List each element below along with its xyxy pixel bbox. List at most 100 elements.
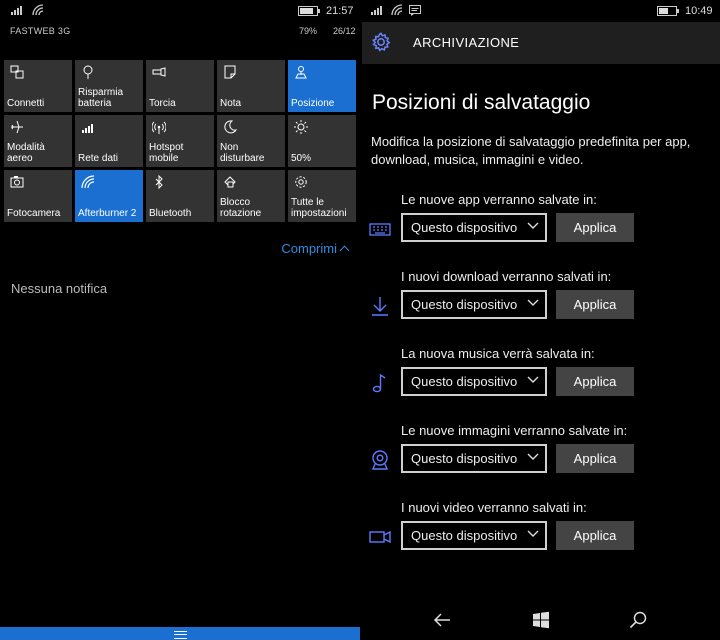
tile-label: Risparmia batteria: [78, 87, 124, 109]
quick-action-tile[interactable]: Modalità aereo: [4, 115, 72, 167]
save-location-label: Le nuove app verranno salvate in:: [401, 192, 597, 207]
quick-action-tile[interactable]: Nota: [217, 60, 285, 112]
signal-icon: [82, 124, 93, 133]
dropdown-value: Questo dispositivo: [411, 451, 518, 466]
collapse-button[interactable]: Comprimi: [281, 241, 350, 256]
quick-action-tile[interactable]: Connetti: [4, 60, 72, 112]
battery-icon: [298, 6, 320, 16]
no-notifications-text: Nessuna notifica: [11, 281, 108, 296]
location-dropdown[interactable]: Questo dispositivo: [401, 367, 547, 396]
location-icon: [295, 66, 307, 79]
battery-icon: [657, 6, 679, 16]
save-location-label: La nuova musica verrà salvata in:: [401, 346, 595, 361]
apply-button[interactable]: Applica: [556, 213, 634, 242]
quick-action-tile[interactable]: Risparmia batteria: [75, 60, 143, 112]
tile-label: Non disturbare: [220, 142, 265, 164]
save-location-row: I nuovi video verranno salvati in: Quest…: [362, 500, 720, 566]
location-dropdown[interactable]: Questo dispositivo: [401, 444, 547, 473]
rotation-lock-icon: [224, 176, 236, 188]
hotspot-icon: [152, 121, 166, 134]
action-center-panel: 21:57 FASTWEB 3G 79% 26/12 Connetti Risp…: [0, 0, 360, 640]
battery-fill: [659, 8, 668, 14]
apply-button[interactable]: Applica: [556, 290, 634, 319]
chevron-down-icon: [527, 453, 539, 460]
save-location-row: Le nuove immagini verranno salvate in: Q…: [362, 423, 720, 489]
tile-label: Fotocamera: [7, 208, 61, 219]
flashlight-icon: [152, 67, 166, 77]
tile-label: Modalità aereo: [7, 142, 45, 164]
quick-action-tile[interactable]: Bluetooth: [146, 170, 214, 222]
wifi-icon: [32, 4, 44, 16]
message-icon: [409, 5, 421, 16]
quick-action-tile[interactable]: Non disturbare: [217, 115, 285, 167]
quick-action-tile[interactable]: Rete dati: [75, 115, 143, 167]
drag-handle-icon[interactable]: [174, 631, 187, 639]
tile-label: Tutte le impostazioni: [291, 197, 347, 219]
wifi-icon: [81, 175, 95, 189]
quick-action-tile[interactable]: Posizione: [288, 60, 356, 112]
navigation-bar: [362, 600, 720, 640]
tile-label: 50%: [291, 153, 312, 164]
location-dropdown[interactable]: Questo dispositivo: [401, 213, 547, 242]
save-location-row: I nuovi download verranno salvati in: Qu…: [362, 269, 720, 335]
quick-actions-grid: Connetti Risparmia batteria Torcia Nota …: [4, 60, 357, 222]
music-note-icon: [372, 373, 386, 393]
gear-icon[interactable]: [370, 31, 392, 53]
save-location-row: La nuova musica verrà salvata in: Questo…: [362, 346, 720, 412]
back-arrow-icon[interactable]: [432, 610, 452, 630]
apply-button[interactable]: Applica: [556, 444, 634, 473]
app-header: ARCHIVIAZIONE: [362, 22, 720, 64]
status-bar: 21:57: [0, 0, 360, 22]
battery-fill: [300, 8, 313, 14]
quick-action-tile[interactable]: Torcia: [146, 60, 214, 112]
dropdown-value: Questo dispositivo: [411, 374, 518, 389]
bluetooth-icon: [155, 175, 163, 189]
dropdown-value: Questo dispositivo: [411, 528, 518, 543]
location-dropdown[interactable]: Questo dispositivo: [401, 290, 547, 319]
chevron-down-icon: [527, 376, 539, 383]
action-center-handle-bar[interactable]: [0, 627, 360, 640]
quick-action-tile[interactable]: Hotspot mobile: [146, 115, 214, 167]
signal-icon: [371, 5, 382, 15]
save-location-label: Le nuove immagini verranno salvate in:: [401, 423, 628, 438]
chevron-up-icon: [339, 245, 350, 256]
tile-label: Blocco rotazione: [220, 197, 262, 219]
quick-action-tile[interactable]: Fotocamera: [4, 170, 72, 222]
apply-button[interactable]: Applica: [556, 367, 634, 396]
webcam-icon: [371, 450, 389, 470]
status-bar: 10:49: [362, 0, 720, 22]
quick-action-tile[interactable]: Afterburner 2: [75, 170, 143, 222]
moon-icon: [224, 120, 237, 134]
brightness-icon: [294, 120, 308, 134]
status-time: 10:49: [685, 5, 713, 17]
save-location-label: I nuovi download verranno salvati in:: [401, 269, 612, 284]
video-camera-icon: [369, 530, 391, 544]
chevron-down-icon: [527, 299, 539, 306]
tile-label: Rete dati: [78, 153, 119, 164]
tile-label: Torcia: [149, 98, 176, 109]
keyboard-icon: [369, 223, 391, 236]
page-description: Modifica la posizione di salvataggio pre…: [371, 134, 691, 167]
storage-settings-panel: 10:49 ARCHIVIAZIONE Posizioni di salvata…: [362, 0, 720, 640]
connect-icon: [10, 65, 24, 79]
collapse-label: Comprimi: [281, 241, 337, 256]
note-icon: [224, 65, 236, 79]
signal-icon: [11, 5, 22, 15]
quick-action-tile[interactable]: Tutte le impostazioni: [288, 170, 356, 222]
camera-icon: [10, 176, 24, 188]
location-dropdown[interactable]: Questo dispositivo: [401, 521, 547, 550]
carrier-name: FASTWEB 3G: [10, 26, 71, 36]
wifi-icon: [391, 4, 403, 16]
quick-action-tile[interactable]: 50%: [288, 115, 356, 167]
windows-start-icon[interactable]: [531, 610, 551, 630]
gear-icon: [295, 176, 307, 188]
quick-action-tile[interactable]: Blocco rotazione: [217, 170, 285, 222]
dropdown-value: Questo dispositivo: [411, 297, 518, 312]
apply-button[interactable]: Applica: [556, 521, 634, 550]
battery-percent: 79%: [299, 26, 318, 36]
download-icon: [372, 297, 388, 316]
chevron-down-icon: [527, 222, 539, 229]
search-icon[interactable]: [628, 610, 648, 630]
tile-label: Connetti: [7, 98, 45, 109]
save-location-label: I nuovi video verranno salvati in:: [401, 500, 587, 515]
